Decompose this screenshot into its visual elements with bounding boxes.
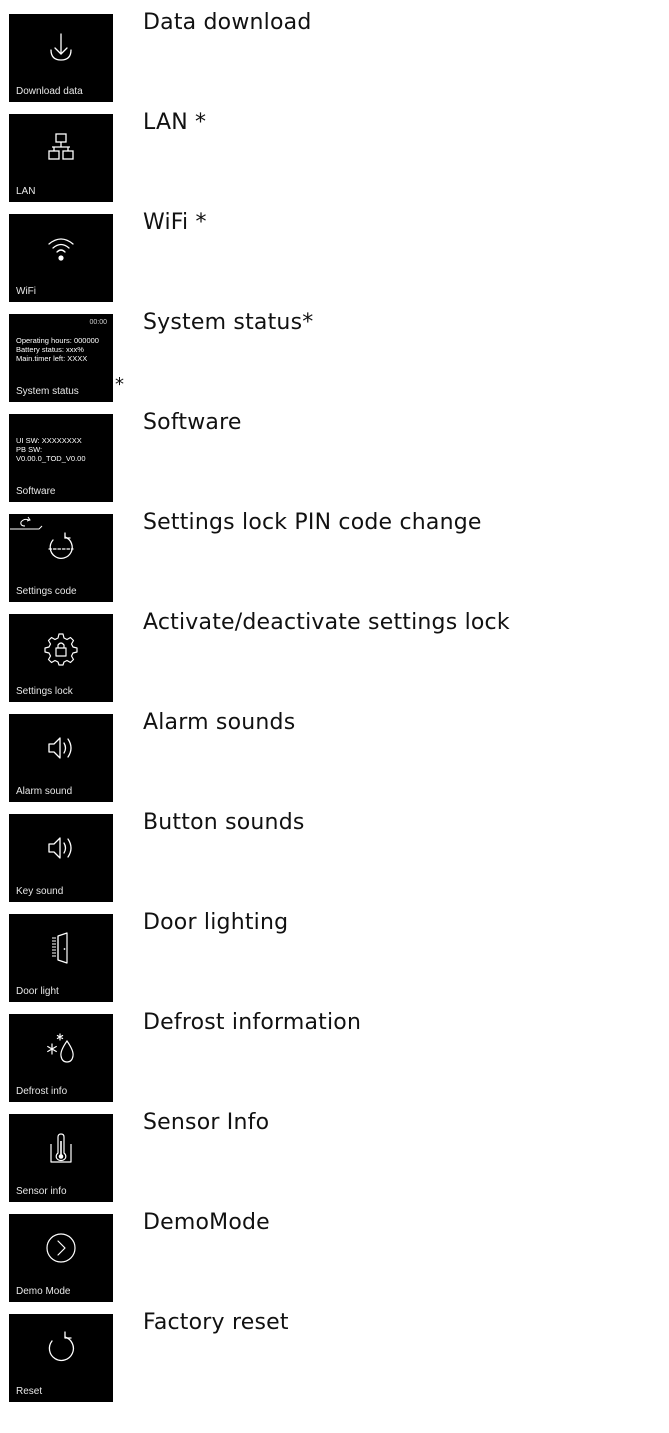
tile-label: Reset <box>16 1386 43 1397</box>
menu-row-lan: LAN LAN * <box>0 110 669 202</box>
footnote-asterisk: * <box>115 374 124 395</box>
menu-row-alarm-sound: Alarm sound Alarm sounds <box>0 710 669 802</box>
row-title: DemoMode <box>143 1210 270 1235</box>
software-line: UI SW: XXXXXXXX <box>16 436 82 445</box>
tile-label: System status <box>16 386 79 397</box>
tile-label: Defrost info <box>16 1086 68 1097</box>
lan-tile[interactable]: LAN <box>9 114 113 202</box>
menu-row-sensor-info: Sensor info Sensor Info <box>0 1110 669 1202</box>
menu-row-reset: Reset Factory reset <box>0 1310 669 1402</box>
row-title: Software <box>143 410 242 435</box>
door-light-tile[interactable]: Door light <box>9 914 113 1002</box>
tile-label: Settings code <box>16 586 77 597</box>
download-tile[interactable]: Download data <box>9 14 113 102</box>
tile-label: LAN <box>16 186 36 197</box>
speaker-icon <box>43 730 79 766</box>
tile-label: WiFi <box>16 286 36 297</box>
tile-label: Demo Mode <box>16 1286 71 1297</box>
status-lines: Operating hours: 000000 Battery status: … <box>16 336 99 363</box>
row-title: System status* <box>143 310 314 335</box>
menu-row-door-light: Door light Door lighting <box>0 910 669 1002</box>
software-tile[interactable]: UI SW: XXXXXXXX PB SW: V0.00.0_TOD_V0.00… <box>9 414 113 502</box>
reset-icon <box>43 1330 79 1366</box>
defrost-icon <box>43 1030 79 1066</box>
tile-label: Settings lock <box>16 686 73 697</box>
menu-row-system-status: 00:00 Operating hours: 000000 Battery st… <box>0 310 669 402</box>
tile-label: Software <box>16 486 56 497</box>
menu-row-settings-code: Settings code Settings lock PIN code cha… <box>0 510 669 602</box>
system-status-tile[interactable]: 00:00 Operating hours: 000000 Battery st… <box>9 314 113 402</box>
menu-row-demo-mode: Demo Mode DemoMode <box>0 1210 669 1302</box>
play-circle-icon <box>43 1230 79 1266</box>
alarm-sound-tile[interactable]: Alarm sound <box>9 714 113 802</box>
status-line: Battery status: xxx% <box>16 345 84 354</box>
menu-row-key-sound: Key sound Button sounds <box>0 810 669 902</box>
software-lines: UI SW: XXXXXXXX PB SW: V0.00.0_TOD_V0.00 <box>16 436 86 463</box>
status-time: 00:00 <box>89 319 107 326</box>
thermometer-icon <box>43 1130 79 1166</box>
row-title: Alarm sounds <box>143 710 296 735</box>
menu-row-software: UI SW: XXXXXXXX PB SW: V0.00.0_TOD_V0.00… <box>0 410 669 502</box>
settings-lock-tile[interactable]: Settings lock <box>9 614 113 702</box>
row-title: Activate/deactivate settings lock <box>143 610 510 635</box>
row-title: WiFi * <box>143 210 207 235</box>
menu-row-wifi: WiFi WiFi * <box>0 210 669 302</box>
row-title: LAN * <box>143 110 207 135</box>
tile-label: Download data <box>16 86 83 97</box>
demo-mode-tile[interactable]: Demo Mode <box>9 1214 113 1302</box>
back-arrow-icon <box>9 514 43 530</box>
row-title: Sensor Info <box>143 1110 270 1135</box>
sensor-info-tile[interactable]: Sensor info <box>9 1114 113 1202</box>
row-title: Door lighting <box>143 910 289 935</box>
status-line: Main.timer left: XXXX <box>16 354 88 363</box>
row-title: Factory reset <box>143 1310 289 1335</box>
reset-tile[interactable]: Reset <box>9 1314 113 1402</box>
menu-row-defrost-info: Defrost info Defrost information <box>0 1010 669 1102</box>
gear-lock-icon <box>43 630 79 666</box>
tile-label: Door light <box>16 986 59 997</box>
settings-menu-page: { "colors": { "tile_background": "#00000… <box>0 0 669 1433</box>
menu-row-settings-lock: Settings lock Activate/deactivate settin… <box>0 610 669 702</box>
defrost-info-tile[interactable]: Defrost info <box>9 1014 113 1102</box>
speaker-icon <box>43 830 79 866</box>
lan-network-icon <box>43 130 79 166</box>
key-sound-tile[interactable]: Key sound <box>9 814 113 902</box>
status-line: Operating hours: 000000 <box>16 336 99 345</box>
wifi-tile[interactable]: WiFi <box>9 214 113 302</box>
tile-label: Key sound <box>16 886 64 897</box>
row-title: Data download <box>143 10 312 35</box>
row-title: Defrost information <box>143 1010 362 1035</box>
menu-row-download: Download data Data download <box>0 10 669 102</box>
software-line: PB SW: <box>16 445 43 454</box>
settings-code-tile[interactable]: Settings code <box>9 514 113 602</box>
download-icon <box>43 30 79 66</box>
door-light-icon <box>43 930 79 966</box>
wifi-icon <box>43 230 79 266</box>
settings-code-icon <box>43 530 79 566</box>
row-title: Settings lock PIN code change <box>143 510 482 535</box>
row-title: Button sounds <box>143 810 305 835</box>
software-line: V0.00.0_TOD_V0.00 <box>16 454 86 463</box>
tile-label: Sensor info <box>16 1186 67 1197</box>
tile-label: Alarm sound <box>16 786 73 797</box>
